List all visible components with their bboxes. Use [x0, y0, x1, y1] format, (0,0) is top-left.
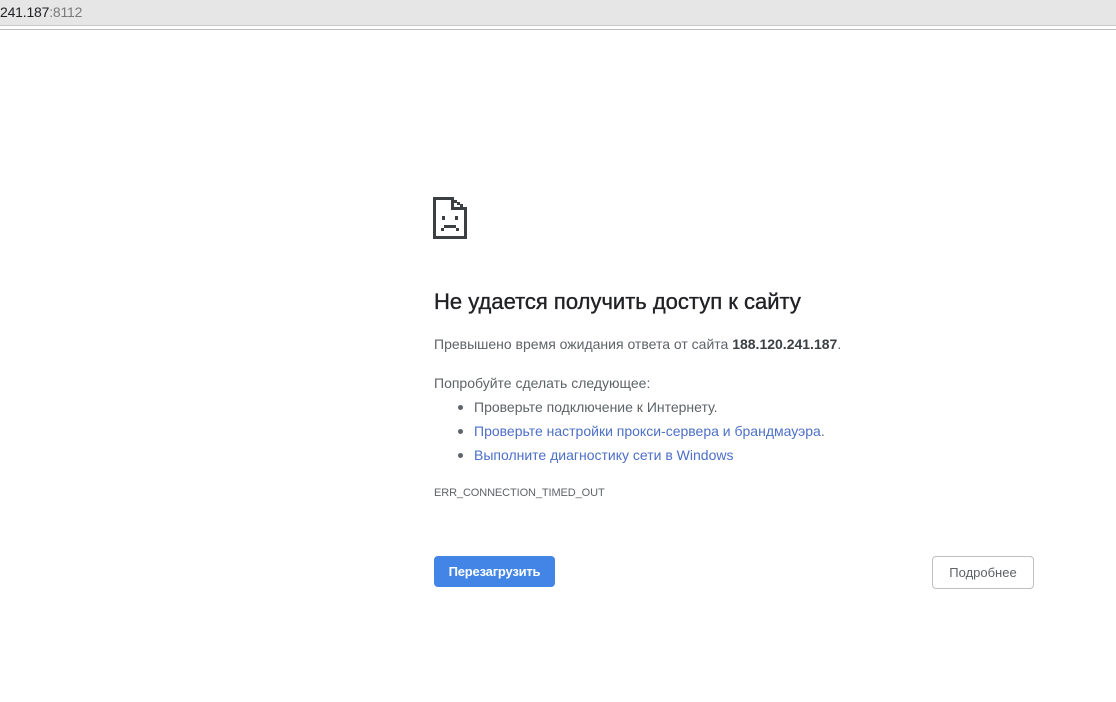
reload-button[interactable]: Перезагрузить	[434, 556, 555, 587]
summary-text: Превышено время ожидания ответа от сайта	[434, 336, 733, 352]
suggestion-text: Проверьте подключение к Интернету.	[474, 399, 718, 415]
sad-page-icon	[433, 197, 469, 239]
address-bar[interactable]: 241.187:8112	[0, 0, 1116, 26]
summary-suffix: .	[837, 336, 842, 352]
url-port: :8112	[49, 4, 83, 20]
bullet-icon	[458, 429, 463, 434]
proxy-firewall-link[interactable]: Проверьте настройки прокси-сервера и бра…	[474, 423, 821, 439]
page-title: Не удается получить доступ к сайту	[434, 289, 801, 314]
error-code: ERR_CONNECTION_TIMED_OUT	[434, 487, 605, 499]
suggestion-proxy-firewall: Проверьте настройки прокси-сервера и бра…	[434, 421, 825, 445]
url-host: 241.187	[0, 4, 50, 20]
suggestions-list: Проверьте подключение к Интернету. Прове…	[434, 397, 825, 469]
suggestion-suffix: .	[820, 423, 825, 439]
url-text[interactable]: 241.187:8112	[0, 4, 82, 20]
suggestion-network-diagnostics: Выполните диагностику сети в Windows	[434, 445, 825, 469]
suggestions-heading: Попробуйте сделать следующее:	[434, 375, 651, 391]
suggestion-check-connection: Проверьте подключение к Интернету.	[434, 397, 825, 421]
bullet-icon	[458, 453, 463, 458]
toolbar-divider	[0, 29, 1116, 30]
network-diagnostics-link[interactable]: Выполните диагностику сети в Windows	[474, 447, 733, 463]
details-button[interactable]: Подробнее	[932, 556, 1034, 589]
error-summary: Превышено время ожидания ответа от сайта…	[434, 334, 841, 354]
summary-host: 188.120.241.187	[732, 336, 838, 352]
bullet-icon	[458, 405, 463, 410]
